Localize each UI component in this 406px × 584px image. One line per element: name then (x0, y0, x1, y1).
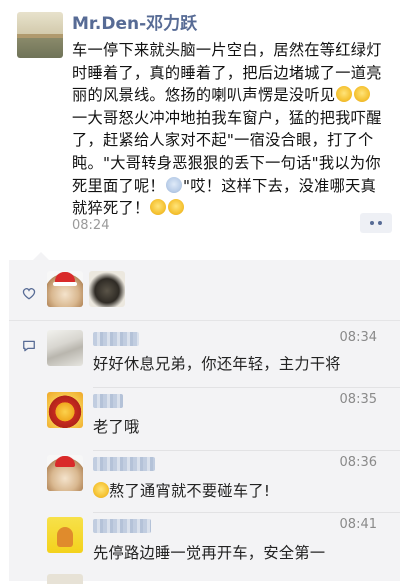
liker-avatar[interactable] (89, 271, 125, 307)
post-line: 一大哥怒火冲冲地拍我车窗户，猛的把我吓醒 (72, 108, 382, 127)
comment-time: 08:36 (339, 455, 377, 470)
author-name[interactable]: Mr.Den-邓力跃 (72, 9, 197, 34)
interaction-panel: 08:34 好好休息兄弟，你还年轻，主力干将 08:35 老了哦 08:36 熬… (9, 252, 400, 584)
post-line: 了，赶紧给人家对不起"一宿没合眼，打了个 (72, 131, 374, 150)
author-avatar[interactable] (17, 12, 63, 58)
post-content: 车一停下来就头脑一片空白，居然在等红绿灯 时睡着了，真的睡着了，把后边堵城了一道亮… (72, 39, 392, 220)
more-dots-icon[interactable] (360, 213, 392, 233)
sweat-smile-emoji-icon (354, 86, 371, 103)
post-line: 丽的风景线。悠扬的喇叭声愣是没听见 (72, 86, 336, 105)
comment-item[interactable]: 08:35 老了哦 (9, 388, 400, 451)
commenter-name[interactable] (93, 519, 151, 533)
laugh-tears-emoji-icon (93, 482, 109, 498)
sweat-smile-emoji-icon (336, 86, 353, 103)
post-line: 死里面了呢！ (72, 176, 165, 195)
comment-time: 08:35 (339, 392, 377, 407)
heart-icon (22, 288, 36, 300)
commenter-avatar[interactable] (47, 392, 83, 428)
commenter-name[interactable] (93, 394, 123, 408)
laugh-tears-emoji-icon (150, 199, 167, 216)
post-line: 盹。"大哥转身恶狠狠的丢下一句话"我以为你 (72, 153, 381, 172)
panel-caret (33, 252, 49, 260)
comment-text: 先停路边睡一觉再开车，安全第一 (93, 544, 326, 562)
liker-avatar[interactable] (47, 271, 83, 307)
comment-item[interactable]: 08:34 好好休息兄弟，你还年轻，主力干将 (9, 326, 400, 388)
commenter-avatar[interactable] (47, 517, 83, 553)
post-line: "哎！这样下去，没准哪天真 (182, 176, 377, 195)
comment-text: 好好休息兄弟，你还年轻，主力干将 (93, 355, 341, 373)
comment-item[interactable]: 08:36 熬了通宵就不要碰车了! (9, 451, 400, 513)
laugh-tears-emoji-icon (168, 199, 185, 216)
post-line: 就猝死了！ (72, 199, 150, 218)
comment-item[interactable]: 08:41 先停路边睡一觉再开车，安全第一 (9, 513, 400, 575)
likes-row (9, 260, 400, 320)
commenter-avatar[interactable] (47, 455, 83, 491)
comment-time: 08:41 (339, 517, 377, 532)
comment-time: 08:34 (339, 330, 377, 345)
commenter-name[interactable] (93, 332, 139, 346)
post-line: 时睡着了，真的睡着了，把后边堵城了一道亮 (72, 63, 382, 82)
comment-text: 熬了通宵就不要碰车了! (93, 479, 270, 501)
comment-text-body: 熬了通宵就不要碰车了! (109, 482, 271, 500)
divider (9, 320, 400, 321)
moment-post: Mr.Den-邓力跃 车一停下来就头脑一片空白，居然在等红绿灯 时睡着了，真的睡着… (0, 0, 406, 260)
comment-text: 老了哦 (93, 418, 140, 436)
post-time: 08:24 (72, 218, 110, 233)
scream-emoji-icon (165, 176, 182, 193)
commenter-avatar[interactable] (47, 330, 83, 366)
next-commenter-avatar (47, 574, 83, 584)
post-line: 车一停下来就头脑一片空白，居然在等红绿灯 (72, 41, 382, 59)
commenter-name[interactable] (93, 457, 155, 471)
